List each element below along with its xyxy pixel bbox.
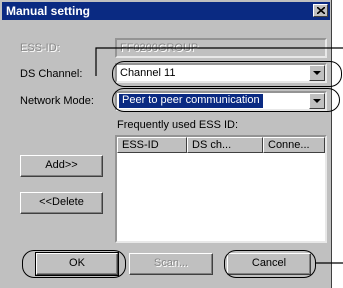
callout-leader-lines: [95, 47, 343, 264]
